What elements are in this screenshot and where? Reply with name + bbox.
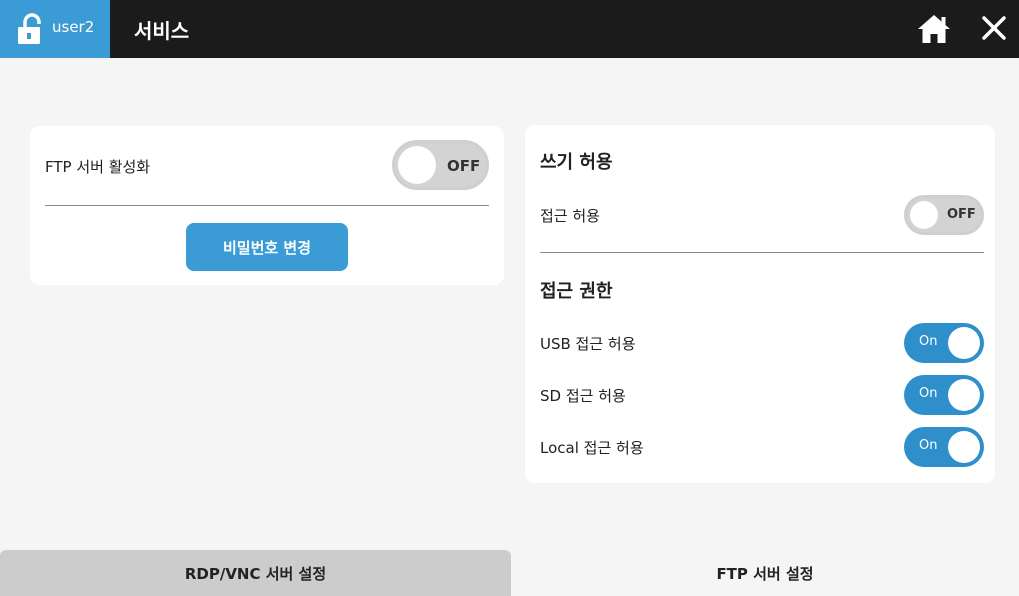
usb-access-toggle[interactable]: On	[904, 323, 984, 363]
toggle-knob	[948, 379, 980, 411]
page-title: 서비스	[134, 19, 190, 43]
access-settings-card: 쓰기 허용 접근 허용 OFF 접근 권한 USB 접근 허용 On SD 접근…	[525, 125, 995, 483]
close-icon[interactable]	[979, 13, 1009, 43]
sd-access-label: SD 접근 허용	[540, 387, 626, 405]
username: user2	[52, 18, 95, 36]
toggle-knob	[948, 327, 980, 359]
local-access-label: Local 접근 허용	[540, 439, 644, 457]
unlock-icon	[17, 13, 45, 45]
write-access-toggle[interactable]: OFF	[904, 195, 984, 235]
ftp-enable-label: FTP 서버 활성화	[45, 158, 151, 176]
toggle-state: OFF	[447, 157, 481, 175]
access-rights-title: 접근 권한	[540, 281, 613, 302]
toggle-knob	[398, 146, 436, 184]
toggle-state: On	[919, 438, 938, 453]
toggle-knob	[910, 201, 938, 229]
divider	[45, 205, 489, 206]
toggle-state: On	[919, 334, 938, 349]
write-permission-title: 쓰기 허용	[540, 152, 613, 173]
tab-ftp-settings[interactable]: FTP 서버 설정	[511, 550, 1019, 596]
local-access-toggle[interactable]: On	[904, 427, 984, 467]
usb-access-label: USB 접근 허용	[540, 335, 636, 353]
ftp-server-card: FTP 서버 활성화 OFF 비밀번호 변경	[30, 126, 504, 285]
toggle-knob	[948, 431, 980, 463]
home-icon[interactable]	[916, 12, 952, 46]
user-badge[interactable]: user2	[0, 0, 110, 58]
write-access-label: 접근 허용	[540, 207, 600, 225]
change-password-button[interactable]: 비밀번호 변경	[186, 223, 348, 271]
ftp-enable-toggle[interactable]: OFF	[392, 140, 489, 190]
sd-access-toggle[interactable]: On	[904, 375, 984, 415]
toggle-state: OFF	[947, 207, 976, 222]
divider	[540, 252, 984, 253]
tab-rdp-vnc-settings[interactable]: RDP/VNC 서버 설정	[0, 550, 511, 596]
toggle-state: On	[919, 386, 938, 401]
top-bar: user2 서비스	[0, 0, 1019, 58]
